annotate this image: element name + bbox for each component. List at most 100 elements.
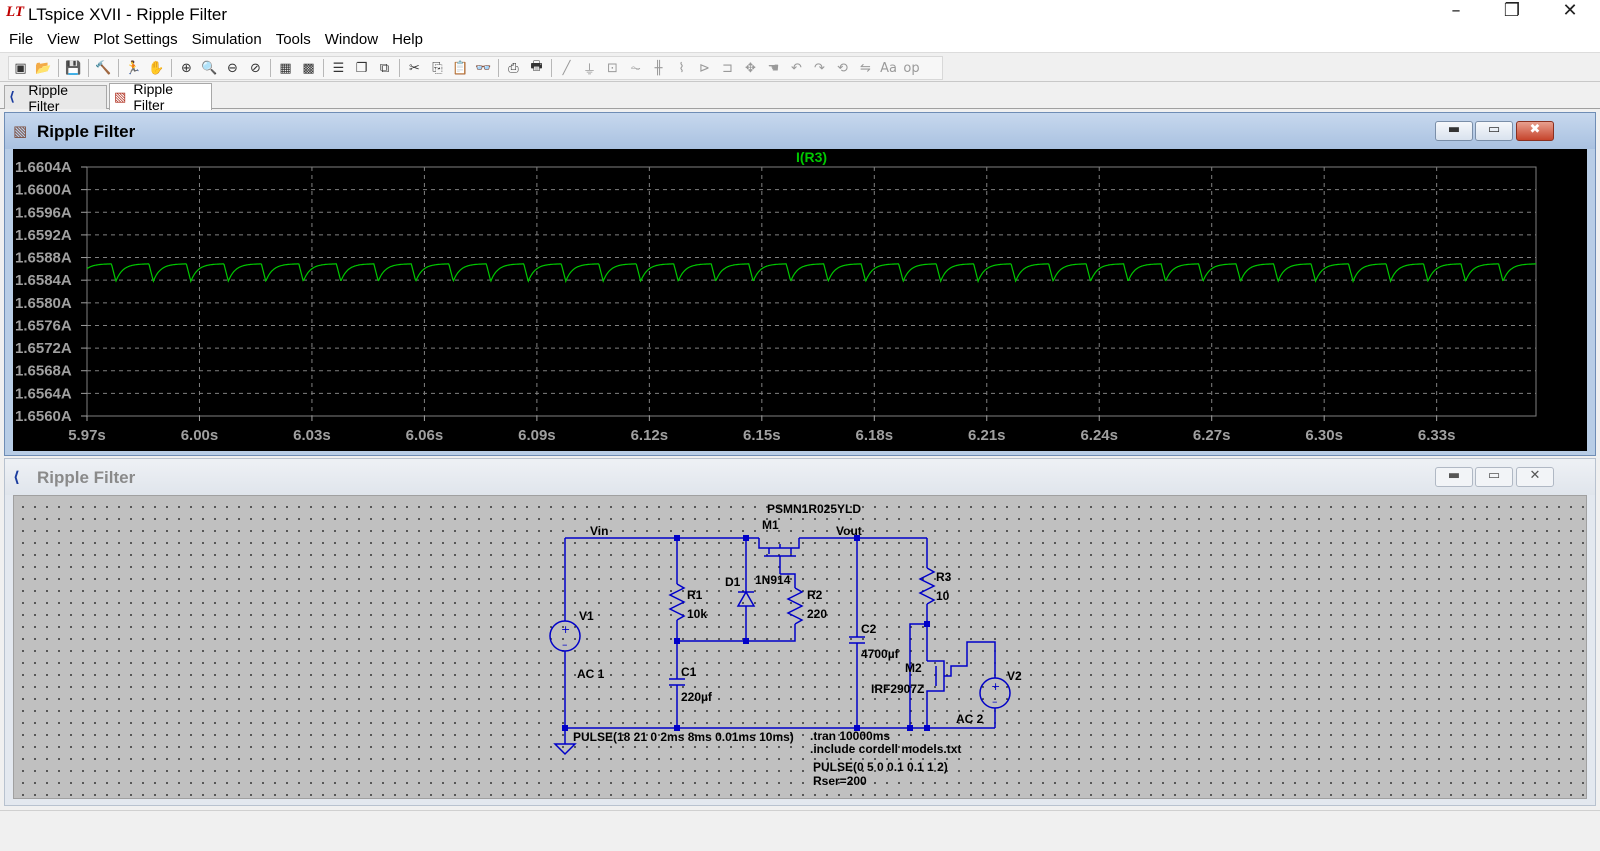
schematic-canvas[interactable]: + – + – PSMN1R025YLD M1 Vin Vout D1 1N91… <box>13 495 1587 799</box>
schematic-maximize-button[interactable]: ▭ <box>1475 467 1513 487</box>
save-button[interactable]: 💾 <box>63 57 85 79</box>
text-button[interactable]: Aa <box>878 57 900 79</box>
mirror-button[interactable]: ⇋ <box>855 57 877 79</box>
mosfet-m1[interactable] <box>758 538 800 574</box>
maximize-button[interactable]: ❐ <box>1484 0 1540 30</box>
run-icon: 🏃 <box>125 60 142 76</box>
move-button[interactable]: ✥ <box>740 57 762 79</box>
label-net-button[interactable]: ⊡ <box>602 57 624 79</box>
open-button[interactable]: 📂 <box>33 57 55 79</box>
zoom-in-button[interactable]: ⊕ <box>176 57 198 79</box>
cascade-button[interactable]: ❐ <box>351 57 373 79</box>
minimize-button[interactable]: – <box>1428 0 1484 30</box>
run-button[interactable]: 🏃 <box>123 57 145 79</box>
node-r3-bottom <box>924 621 930 627</box>
new-schematic-button[interactable]: ▣ <box>10 57 32 79</box>
inductor-button[interactable]: ⌇ <box>671 57 693 79</box>
y-tick-label: 1.6560A <box>15 408 72 425</box>
waveform-chart[interactable]: 1.6604A 1.6600A 1.6596A 1.6592A 1.6588A 1.658… <box>13 149 1587 451</box>
menu-simulation[interactable]: Simulation <box>185 30 269 52</box>
close-button[interactable]: ✕ <box>1542 0 1598 30</box>
wire-m2-gate-loop[interactable] <box>909 623 927 728</box>
menu-file[interactable]: File <box>2 30 40 52</box>
copy-button[interactable]: ⎘ <box>427 57 449 79</box>
resistor-r1[interactable] <box>668 583 686 621</box>
tab-waveform[interactable]: ▧ Ripple Filter <box>109 81 212 113</box>
schematic-window-titlebar[interactable]: ⟨ Ripple Filter ▬ ▭ ✕ <box>5 459 1595 495</box>
capacitor-c1[interactable] <box>669 678 685 686</box>
paste-button[interactable]: 📋 <box>450 57 472 79</box>
waveform-plot-pane[interactable]: 1.6604A 1.6600A 1.6596A 1.6592A 1.6588A 1.658… <box>13 149 1587 451</box>
schematic-close-button[interactable]: ✕ <box>1516 467 1554 487</box>
directive-include[interactable]: .include cordell models.txt <box>810 742 961 756</box>
plot-settings-button[interactable]: ▩ <box>298 57 320 79</box>
find-button[interactable]: 👓 <box>473 57 495 79</box>
x-tick-label: 5.97s <box>68 427 106 444</box>
component-button[interactable]: ⊐ <box>717 57 739 79</box>
capacitor-button[interactable]: ╫ <box>648 57 670 79</box>
schematic-minimize-button[interactable]: ▬ <box>1435 467 1473 487</box>
series-line-ir3[interactable] <box>86 263 1536 284</box>
drag-button[interactable]: ☚ <box>763 57 785 79</box>
label-c2-value: 4700µf <box>861 647 900 661</box>
zoom-box-button[interactable]: 🔍 <box>199 57 221 79</box>
window-title: LTspice XVII - Ripple Filter <box>28 5 228 24</box>
tile-horizontal-icon: ☰ <box>332 60 345 76</box>
spice-directive-button[interactable]: op <box>901 57 923 79</box>
directive-tran[interactable]: .tran 10000ms <box>810 729 890 743</box>
waveform-close-button[interactable]: ✖ <box>1516 121 1554 141</box>
waveform-minimize-button[interactable]: ▬ <box>1435 121 1473 141</box>
tile-vertical-button[interactable]: ⧉ <box>374 57 396 79</box>
menu-plot-settings[interactable]: Plot Settings <box>86 30 184 52</box>
zoom-out-icon: ⊖ <box>227 60 238 76</box>
redo-icon: ↷ <box>814 60 825 76</box>
capacitor-c2[interactable] <box>849 636 865 644</box>
label-v2-pulse: PULSE(0 5 0 0.1 0.1 1 2) <box>813 760 948 774</box>
wire-button[interactable]: ╱ <box>556 57 578 79</box>
cut-button[interactable]: ✂ <box>404 57 426 79</box>
resistor-r3[interactable] <box>918 567 936 605</box>
tab-schematic[interactable]: ⟨ Ripple Filter <box>4 82 107 114</box>
plot-settings-icon: ▩ <box>302 60 315 76</box>
toolbar-separator <box>551 59 552 77</box>
paste-icon: 📋 <box>452 60 469 76</box>
v1-minus-sign: – <box>562 638 568 651</box>
tile-vertical-icon: ⧉ <box>379 60 390 76</box>
diode-d1[interactable] <box>736 590 756 607</box>
menu-bar: File View Plot Settings Simulation Tools Wind… <box>0 30 1600 52</box>
tab-label: Ripple Filter <box>133 81 174 113</box>
print-button[interactable]: 🖶 <box>526 57 548 79</box>
halt-button[interactable]: ✋ <box>146 57 168 79</box>
menu-view[interactable]: View <box>40 30 86 52</box>
node-bottom-m2b <box>924 725 930 731</box>
x-tick-label: 6.21s <box>968 427 1006 444</box>
waveform-window-icon: ▧ <box>13 122 28 140</box>
schematic-drawing[interactable]: + – + – PSMN1R025YLD M1 Vin Vout D1 1N91… <box>14 496 1586 798</box>
resistor-button[interactable]: ⏦ <box>625 57 647 79</box>
zoom-cancel-button[interactable]: ⊘ <box>245 57 267 79</box>
x-tick-label: 6.24s <box>1080 427 1118 444</box>
autorange-button[interactable]: ▦ <box>275 57 297 79</box>
waveform-tab-icon: ▧ <box>114 89 127 105</box>
tile-horizontal-button[interactable]: ☰ <box>328 57 350 79</box>
menu-tools[interactable]: Tools <box>269 30 318 52</box>
toolbar-separator <box>58 59 59 77</box>
waveform-window-titlebar[interactable]: ▧ Ripple Filter ▬ ▭ ✖ <box>5 113 1595 149</box>
waveform-maximize-button[interactable]: ▭ <box>1475 121 1513 141</box>
open-icon: 📂 <box>35 60 52 76</box>
undo-button[interactable]: ↶ <box>786 57 808 79</box>
control-panel-button[interactable]: 🔨 <box>93 57 115 79</box>
print-preview-button[interactable]: ⎙ <box>503 57 525 79</box>
diode-button[interactable]: ⊳ <box>694 57 716 79</box>
y-tick-label: 1.6576A <box>15 317 72 334</box>
schematic-window-icon: ⟨ <box>13 468 20 486</box>
menu-help[interactable]: Help <box>385 30 430 52</box>
ground-button[interactable]: ⏚ <box>579 57 601 79</box>
rotate-button[interactable]: ⟲ <box>832 57 854 79</box>
zoom-out-button[interactable]: ⊖ <box>222 57 244 79</box>
resistor-r2[interactable] <box>786 587 804 625</box>
menu-window[interactable]: Window <box>318 30 385 52</box>
redo-button[interactable]: ↷ <box>809 57 831 79</box>
wire-mid-node[interactable] <box>677 624 796 642</box>
toolbar: ▣ 📂 💾 🔨 🏃 ✋ ⊕ 🔍 ⊖ ⊘ ▦ ▩ ☰ ❐ ⧉ ✂ ⎘ 📋 👓 ⎙ 🖶 ╱ ⏚ ⊡ ⏦ ╫ ⌇ ⊳ ⊐ ✥ ☚ ↶ ↷ ⟲ ⇋ Aa op <box>0 52 1600 82</box>
